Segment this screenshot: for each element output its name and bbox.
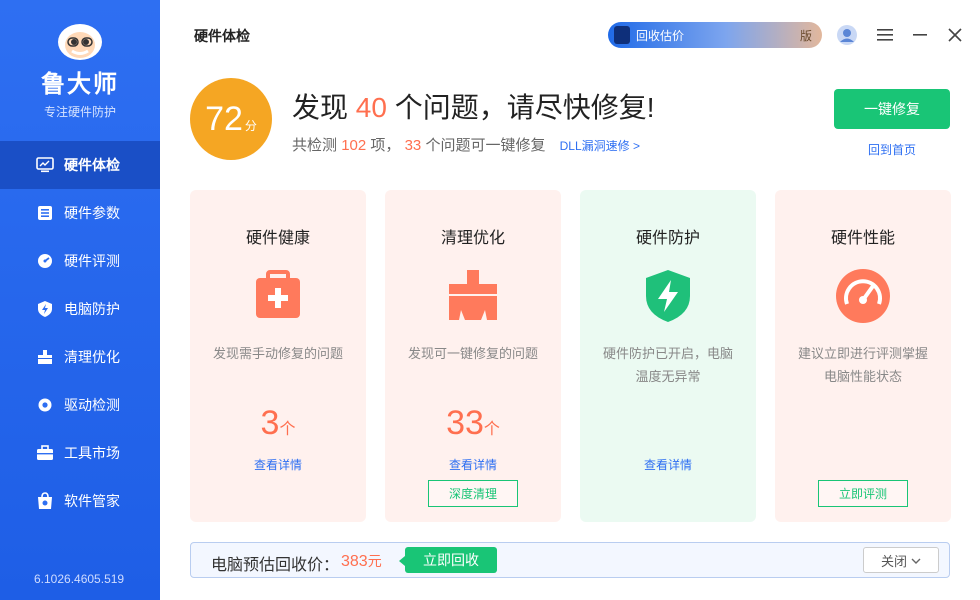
card-title: 清理优化 (440, 230, 505, 247)
card-hardware-health: 硬件健康 发现需手动修复的问题 3个 查看详情 (190, 190, 366, 522)
sidebar-item-hardware-params[interactable]: 硬件参数 (0, 189, 160, 237)
chevron-down-icon (911, 553, 921, 568)
fixable-count: 33 (404, 137, 422, 154)
problem-count: 40 (355, 92, 387, 123)
sidebar-item-tool-market[interactable]: 工具市场 (0, 429, 160, 477)
toolbox-icon (36, 444, 54, 462)
broom-icon (443, 266, 503, 326)
logo: 鲁大师 专注硬件防护 (0, 18, 160, 120)
card-count: 33个 (385, 404, 561, 443)
shield-icon (36, 300, 54, 318)
minimize-icon[interactable] (908, 22, 932, 48)
monitor-icon (36, 156, 54, 174)
sidebar-item-pc-protection[interactable]: 电脑防护 (0, 285, 160, 333)
card-count: 3个 (190, 404, 366, 443)
close-icon[interactable] (943, 22, 967, 48)
recycle-price-bar: 电脑预估回收价： 383元 立即回收 关闭 (190, 542, 950, 578)
card-desc: 发现可一键修复的问题 (407, 346, 538, 361)
menu-icon[interactable] (873, 22, 897, 48)
user-avatar-icon[interactable] (835, 22, 859, 48)
card-desc: 建议立即进行评测掌握电脑性能状态 (797, 346, 928, 384)
sidebar-item-label: 清理优化 (64, 349, 120, 365)
sub-suffix: 个问题可一键修复 (425, 137, 546, 154)
headline-suffix: 个问题，请尽快修复! (394, 92, 655, 123)
one-click-fix-button[interactable]: 一键修复 (834, 89, 950, 129)
benchmark-now-button[interactable]: 立即评测 (818, 480, 908, 507)
count-value: 3 (260, 404, 280, 442)
headline-prefix: 发现 (292, 92, 349, 123)
card-desc: 硬件防护已开启，电脑温度无异常 (602, 346, 733, 384)
sidebar-item-label: 驱动检测 (64, 397, 120, 413)
sidebar-item-hardware-check[interactable]: 硬件体检 (0, 141, 160, 189)
sidebar-item-label: 硬件评测 (64, 253, 120, 269)
score-value: 72 (205, 100, 243, 138)
sidebar-item-label: 工具市场 (64, 445, 120, 461)
card-hardware-performance: 硬件性能 建议立即进行评测掌握电脑性能状态 立即评测 (775, 190, 951, 522)
gauge-icon (36, 252, 54, 270)
close-bar-button[interactable]: 关闭 (863, 547, 939, 573)
mascot-logo-icon (52, 18, 108, 62)
deep-clean-button[interactable]: 深度清理 (428, 480, 518, 507)
back-home-link[interactable]: 回到首页 (834, 141, 950, 158)
card-desc: 发现需手动修复的问题 (212, 346, 343, 361)
sidebar-item-label: 软件管家 (64, 493, 120, 509)
score-badge: 72 分 (190, 78, 272, 160)
sidebar-item-clean-optimize[interactable]: 清理优化 (0, 333, 160, 381)
recycle-label: 电脑预估回收价： (211, 557, 340, 574)
sidebar-item-software-manager[interactable]: 软件管家 (0, 477, 160, 525)
sidebar-item-hardware-benchmark[interactable]: 硬件评测 (0, 237, 160, 285)
params-icon (36, 204, 54, 222)
sidebar: 鲁大师 专注硬件防护 硬件体检 硬件参数 硬件评测 电脑防护 清理优化 驱动检测… (0, 0, 160, 600)
result-subline: 共检测 102 项， 33 个问题可一键修复 DLL漏洞速修 > (292, 134, 640, 155)
score-unit: 分 (244, 119, 257, 133)
gear-icon (36, 396, 54, 414)
medical-kit-icon (248, 266, 308, 326)
recycle-now-button[interactable]: 立即回收 (399, 547, 497, 573)
card-clean-optimize: 清理优化 发现可一键修复的问题 33个 查看详情 深度清理 (385, 190, 561, 522)
view-details-link[interactable]: 查看详情 (385, 456, 561, 473)
promo-text: 回收估价 (636, 28, 685, 43)
promo-tag-icon (614, 26, 630, 44)
title-bar: 硬件体检 回收估价 版 (160, 0, 980, 70)
recycle-price: 383元 (341, 551, 382, 571)
shield-bolt-icon (638, 266, 698, 326)
price-unit: 元 (367, 553, 382, 569)
card-title: 硬件健康 (245, 230, 310, 247)
count-value: 33 (446, 404, 484, 442)
count-unit: 个 (483, 421, 500, 438)
version-text: 6.1026.4605.519 (34, 572, 125, 586)
count-unit: 个 (279, 421, 296, 438)
sidebar-item-label: 硬件体检 (64, 157, 120, 173)
sidebar-nav: 硬件体检 硬件参数 硬件评测 电脑防护 清理优化 驱动检测 工具市场 软件管家 (0, 141, 160, 525)
card-title: 硬件性能 (830, 230, 895, 247)
brand-slogan: 专注硬件防护 (43, 105, 116, 119)
result-headline: 发现 40 个问题，请尽快修复! (292, 86, 655, 126)
speedometer-icon (833, 266, 893, 326)
sidebar-item-label: 电脑防护 (64, 301, 120, 317)
broom-icon (36, 348, 54, 366)
card-hardware-protection: 硬件防护 硬件防护已开启，电脑温度无异常 查看详情 (580, 190, 756, 522)
close-label: 关闭 (880, 553, 907, 569)
price-value: 383 (341, 553, 368, 570)
sub-prefix: 共检测 (292, 137, 338, 154)
dll-fix-link[interactable]: DLL漏洞速修 > (560, 139, 640, 153)
view-details-link[interactable]: 查看详情 (580, 456, 756, 473)
bag-icon (36, 492, 54, 510)
promo-banner[interactable]: 回收估价 版 (608, 22, 822, 48)
page-title: 硬件体检 (194, 28, 250, 44)
card-title: 硬件防护 (635, 230, 700, 247)
promo-tail-text: 版 (799, 28, 812, 43)
sidebar-item-label: 硬件参数 (64, 205, 120, 221)
brand-name: 鲁大师 (41, 71, 119, 98)
checked-total: 102 (341, 137, 367, 154)
sub-mid: 项， (370, 137, 401, 154)
sidebar-item-driver-check[interactable]: 驱动检测 (0, 381, 160, 429)
view-details-link[interactable]: 查看详情 (190, 456, 366, 473)
